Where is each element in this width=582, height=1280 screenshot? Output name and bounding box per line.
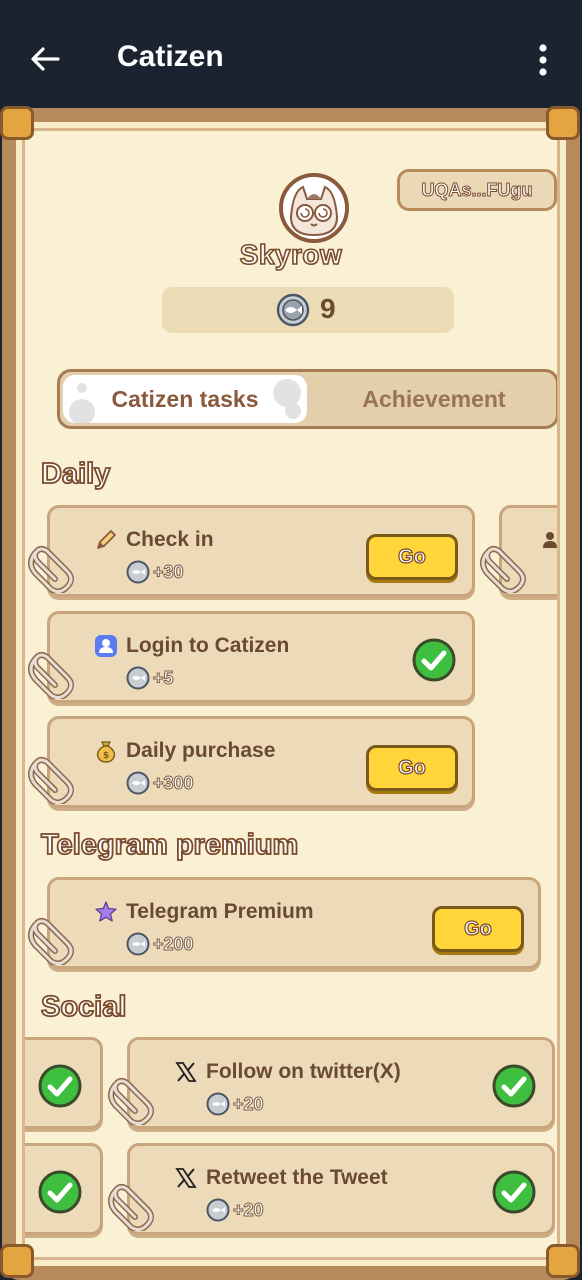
task-reward: +300 bbox=[126, 771, 194, 795]
username: Skyrow bbox=[239, 238, 343, 271]
more-vertical-icon[interactable] bbox=[532, 44, 554, 76]
x-logo-icon bbox=[175, 1062, 197, 1082]
check-circle-icon bbox=[412, 638, 456, 682]
fish-coin-icon bbox=[206, 1092, 230, 1116]
paperclip-icon bbox=[108, 1078, 154, 1125]
section-premium-title: Telegram premium bbox=[40, 828, 299, 862]
frame-corner-ornament bbox=[546, 1244, 580, 1278]
frame-corner-ornament bbox=[546, 106, 580, 140]
task-card-partial bbox=[25, 1037, 103, 1129]
fish-coin-icon bbox=[126, 560, 150, 584]
x-logo-icon bbox=[175, 1168, 197, 1188]
task-card-partial bbox=[25, 1143, 103, 1235]
check-circle-icon bbox=[492, 1064, 536, 1108]
task-reward-value: +20 bbox=[233, 1199, 265, 1220]
pencil-icon bbox=[97, 530, 116, 549]
task-card-login: Login to Catizen +5 bbox=[47, 611, 475, 703]
task-card-telegram-premium: Telegram Premium +200 Go bbox=[47, 877, 541, 969]
task-reward: +5 bbox=[126, 666, 174, 690]
paperclip-icon bbox=[28, 918, 74, 965]
task-reward: +20 bbox=[206, 1092, 264, 1116]
paperclip-icon bbox=[480, 546, 526, 593]
tasks-frame: Skyrow UQAs...FUgu 9 Catizen tasks Achie… bbox=[2, 108, 580, 1280]
task-card-daily-purchase: $ Daily purchase +300 Go bbox=[47, 716, 475, 808]
tab-catizen-tasks-label: Catizen tasks bbox=[111, 386, 259, 412]
paperclip-icon bbox=[28, 546, 74, 593]
task-label: Login to Catizen bbox=[126, 634, 290, 657]
frame-corner-ornament bbox=[0, 106, 34, 140]
check-circle-icon bbox=[38, 1064, 82, 1108]
task-label: Follow on twitter(X) bbox=[206, 1060, 401, 1083]
section-social-title: Social bbox=[40, 990, 127, 1024]
wallet-address-button[interactable]: UQAs...FUgu bbox=[397, 169, 557, 211]
section-daily-title: Daily bbox=[40, 457, 111, 491]
task-reward-value: +30 bbox=[153, 561, 185, 582]
paperclip-icon bbox=[28, 757, 74, 804]
star-icon bbox=[95, 901, 117, 922]
task-label: Daily purchase bbox=[126, 739, 276, 762]
svg-text:$: $ bbox=[103, 751, 109, 761]
app-bar: Catizen bbox=[0, 0, 582, 106]
fish-coin-icon bbox=[206, 1198, 230, 1222]
telegram-premium-go-button[interactable]: Go bbox=[432, 906, 524, 952]
paperclip-icon bbox=[108, 1184, 154, 1231]
task-tabs: Catizen tasks Achievement bbox=[57, 369, 557, 429]
cat-avatar-icon bbox=[283, 177, 345, 239]
avatar bbox=[279, 173, 349, 243]
task-card-retweet: Retweet the Tweet +20 bbox=[127, 1143, 555, 1235]
tasks-panel: Skyrow UQAs...FUgu 9 Catizen tasks Achie… bbox=[22, 128, 560, 1260]
task-label: Check in bbox=[126, 528, 214, 551]
back-arrow-icon[interactable] bbox=[28, 42, 62, 76]
fish-coin-icon bbox=[126, 932, 150, 956]
check-circle-icon bbox=[38, 1170, 82, 1214]
tab-catizen-tasks[interactable]: Catizen tasks bbox=[63, 375, 307, 423]
task-card-check-in: Check in +30 Go bbox=[47, 505, 475, 597]
tab-achievement[interactable]: Achievement bbox=[310, 375, 557, 423]
fish-coin-icon bbox=[276, 293, 310, 327]
task-reward-value: +300 bbox=[153, 772, 195, 793]
fish-coin-icon bbox=[126, 666, 150, 690]
task-card-follow-twitter: Follow on twitter(X) +20 bbox=[127, 1037, 555, 1129]
paperclip-icon bbox=[28, 652, 74, 699]
check-in-go-button[interactable]: Go bbox=[366, 534, 458, 580]
check-circle-icon bbox=[492, 1170, 536, 1214]
task-reward: +30 bbox=[126, 560, 184, 584]
task-reward-value: +200 bbox=[153, 933, 195, 954]
frame-corner-ornament bbox=[0, 1244, 34, 1278]
daily-purchase-go-button[interactable]: Go bbox=[366, 745, 458, 791]
money-bag-icon: $ bbox=[96, 741, 116, 763]
task-reward: +20 bbox=[206, 1198, 264, 1222]
page-title: Catizen bbox=[117, 40, 224, 73]
task-reward: +200 bbox=[126, 932, 194, 956]
coin-balance-value: 9 bbox=[320, 293, 336, 324]
user-icon bbox=[543, 532, 557, 548]
task-label: Telegram Premium bbox=[126, 900, 314, 923]
fish-coin-icon bbox=[126, 771, 150, 795]
user-badge-icon bbox=[95, 635, 117, 657]
task-label: Retweet the Tweet bbox=[206, 1166, 388, 1189]
task-reward-value: +5 bbox=[153, 667, 175, 688]
task-reward-value: +20 bbox=[233, 1093, 265, 1114]
coin-balance: 9 bbox=[162, 287, 454, 333]
